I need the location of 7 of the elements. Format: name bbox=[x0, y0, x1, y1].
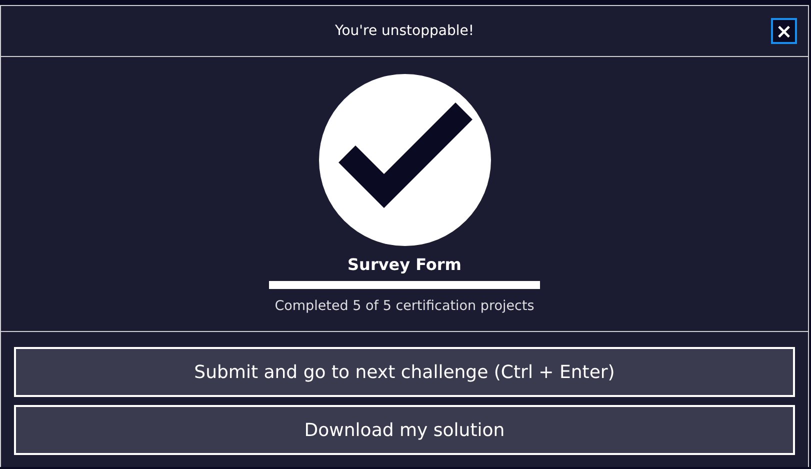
submit-button[interactable]: Submit and go to next challenge (Ctrl + Enter) bbox=[14, 347, 795, 397]
download-button[interactable]: Download my solution bbox=[14, 405, 795, 455]
checkmark-icon bbox=[318, 74, 490, 246]
close-button[interactable]: × bbox=[771, 18, 797, 44]
dialog-title: You're unstoppable! bbox=[335, 23, 474, 39]
progress-caption: Completed 5 of 5 certification projects bbox=[274, 298, 534, 314]
project-title: Survey Form bbox=[348, 255, 462, 274]
